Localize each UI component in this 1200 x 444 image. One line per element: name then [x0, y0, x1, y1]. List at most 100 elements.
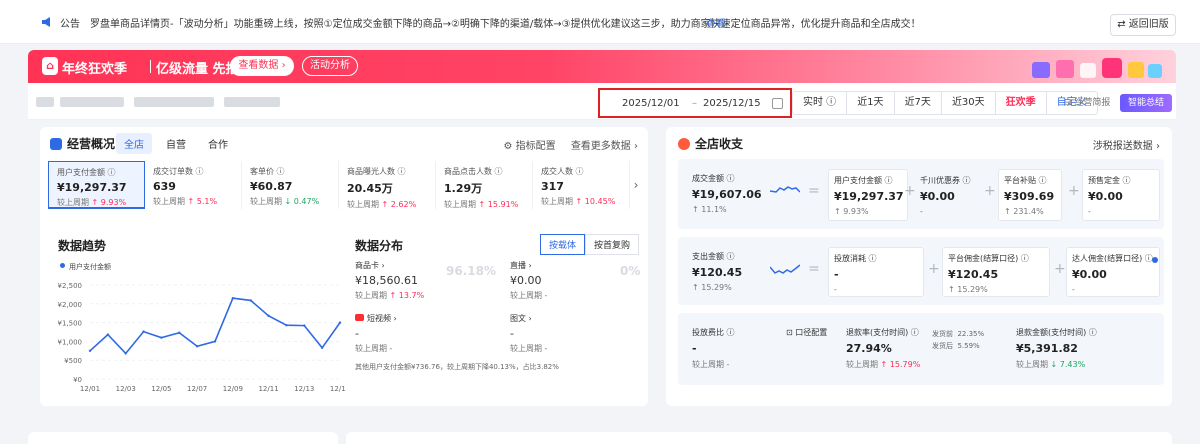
y-tick-label: ¥2,500 — [58, 282, 83, 290]
end-date[interactable]: 2025/12/15 — [703, 98, 761, 109]
refund-rate: 退款率(支付时间) ⓘ 27.94% 较上周期 ↑ 15.79% — [846, 328, 921, 369]
chart-legend: 用户支付金额 — [60, 262, 111, 272]
tab-last-1-day[interactable]: 近1天 — [847, 92, 895, 114]
notice-bar: 公告 罗盘单商品详情页-「波动分析」功能重磅上线，按照①定位成交金额下降的商品→… — [0, 0, 1200, 44]
video-play-icon — [355, 314, 364, 321]
series-line — [89, 297, 341, 355]
caliber-config-link[interactable]: ⊡ 口径配置 — [786, 327, 827, 338]
metric-config-link[interactable]: ⚙ 指标配置 — [503, 141, 555, 152]
time-range-tabs: 实时 ⓘ 近1天 近7天 近30天 狂欢季 自定义 — [792, 91, 1098, 115]
trend-title: 数据趋势 — [58, 239, 107, 253]
bottom-panel-left — [28, 432, 338, 444]
expense-total: 支出金额 ⓘ ¥120.45 ↑ 15.29% — [692, 252, 743, 292]
notice-view-link[interactable]: 查看 — [706, 15, 726, 30]
x-tick-label: 12/03 — [116, 385, 136, 393]
x-tick-label: 12/13 — [294, 385, 314, 393]
data-point — [195, 345, 199, 348]
refund-amount: 退款金额(支付时间) ⓘ ¥5,391.82 较上周期 ↓ 7.43% — [1016, 328, 1097, 369]
tab-realtime[interactable]: 实时 ⓘ — [793, 92, 848, 114]
x-tick-label: 12/15 — [330, 385, 346, 393]
expense-sparkline — [770, 264, 800, 274]
metric-product-exposure[interactable]: 商品曝光人数 ⓘ 20.45万 较上周期 ↑ 2.62% — [339, 161, 436, 209]
finance-title: 全店收支 — [678, 135, 743, 152]
finance-icon — [678, 138, 690, 150]
metric-buyers[interactable]: 成交人数 ⓘ 317 较上周期 ↑ 10.45% — [533, 161, 630, 209]
data-point — [124, 352, 127, 355]
banner-divider — [150, 60, 151, 73]
x-tick-label: 12/01 — [80, 385, 100, 393]
more-data-link[interactable]: 查看更多数据 › — [571, 141, 638, 152]
data-point — [267, 314, 270, 318]
live-share-pct: 0% — [620, 264, 641, 278]
chevron-right-icon[interactable]: › — [630, 161, 642, 209]
income-platform-subsidy: 平台补贴 ⓘ ¥309.69 ↑ 231.4% — [1004, 176, 1055, 216]
shop-name-redacted — [224, 97, 280, 107]
shop-name-redacted — [134, 97, 214, 107]
view-data-button[interactable]: 查看数据 › — [230, 56, 294, 76]
expense-platform-commission: 平台佣金(结算口径) ⓘ ¥120.45 ↑ 15.29% — [948, 254, 1029, 294]
overview-title: 经营概况 — [50, 135, 115, 152]
expense-talent-commission: 达人佣金(结算口径) ⓘ ¥0.00- — [1072, 254, 1153, 294]
extra-row: 投放费比 ⓘ - 较上周期 - ⊡ 口径配置 退款率(支付时间) ⓘ 27.94% 较… — [678, 313, 1164, 385]
tab-by-repurchase[interactable]: 按首复购 — [585, 234, 640, 255]
business-brief-link[interactable]: ⊟ 经营简报 — [1064, 95, 1110, 108]
tab-cooperation[interactable]: 合作 — [200, 133, 236, 154]
tab-all-store[interactable]: 全店 — [116, 133, 152, 154]
trend-line-chart: ¥0 ¥500 ¥1,000 ¥1,500 ¥2,000 ¥2,500 12/01 12/03… — [58, 282, 347, 393]
y-tick-label: ¥0 — [73, 376, 82, 384]
date-range-picker[interactable]: 2025/12/01 – 2025/12/15 — [598, 88, 792, 118]
distribution-tabs: 按载体 按首复购 — [540, 234, 640, 255]
equals-sign: = — [808, 261, 820, 277]
tab-by-carrier[interactable]: 按载体 — [540, 234, 586, 255]
smart-summary-button[interactable]: 智能总结 — [1120, 94, 1172, 112]
calendar-icon — [772, 98, 783, 109]
plus-sign: + — [1068, 183, 1080, 199]
distribution-title: 数据分布 — [355, 239, 404, 253]
dist-article-card[interactable]: 图文 › - 较上周期 - — [510, 313, 547, 354]
data-point — [213, 340, 217, 343]
business-overview-card: 经营概况 全店 自营 合作 ⚙ 指标配置 查看更多数据 › 用户支付金额 ⓘ ¥… — [40, 127, 648, 406]
x-tick-label: 12/09 — [223, 385, 243, 393]
banner-title: 年终狂欢季 — [62, 62, 128, 77]
tab-self-operated[interactable]: 自营 — [158, 133, 194, 154]
goods-share-pct: 96.18% — [446, 264, 496, 278]
start-date[interactable]: 2025/12/01 — [622, 98, 680, 109]
data-point — [160, 336, 163, 339]
plus-sign: + — [904, 183, 916, 199]
plus-sign: + — [928, 261, 940, 277]
refund-after-shipping: 发货后 5.59% — [932, 342, 980, 350]
y-tick-label: ¥500 — [64, 357, 82, 365]
y-tick-label: ¥1,000 — [58, 338, 83, 346]
dist-video-card[interactable]: 短视频 › - 较上周期 - — [355, 313, 397, 354]
notice-tag: 公告 — [60, 19, 80, 30]
tax-report-link[interactable]: 涉税报送数据 › — [1093, 137, 1160, 152]
tab-last-30-days[interactable]: 近30天 — [942, 92, 996, 114]
data-point — [285, 324, 288, 327]
dist-live-card[interactable]: 直播 › ¥0.00 较上周期 - — [510, 260, 547, 301]
data-point — [178, 331, 181, 334]
expense-row: 支出金额 ⓘ ¥120.45 ↑ 15.29% = 投放消耗 ⓘ - - + 平台佣金(… — [678, 237, 1164, 305]
expense-ad-spend: 投放消耗 ⓘ - - — [834, 254, 877, 294]
overview-actions: ⚙ 指标配置 查看更多数据 › — [491, 137, 638, 152]
activity-analysis-button[interactable]: 活动分析 — [302, 56, 358, 76]
dist-goods-card[interactable]: 商品卡 › ¥18,560.61 较上周期 ↑ 13.7% — [355, 260, 424, 301]
metric-product-clicks[interactable]: 商品点击人数 ⓘ 1.29万 较上周期 ↑ 15.91% — [436, 161, 533, 209]
data-point — [338, 321, 342, 324]
metric-order-count[interactable]: 成交订单数 ⓘ 639 较上周期 ↑ 5.1% — [145, 161, 242, 209]
return-old-version-button[interactable]: ⇄ 返回旧版 — [1110, 14, 1176, 36]
metric-cards: 用户支付金额 ⓘ ¥19,297.37 较上周期 ↑ 9.93% 成交订单数 ⓘ… — [48, 161, 646, 209]
legend-dot-icon — [60, 263, 65, 268]
equals-sign: = — [808, 183, 820, 199]
store-finance-card: 全店收支 涉税报送数据 › 成交金额 ⓘ ¥19,607.06 ↑ 11.1% = … — [666, 127, 1172, 406]
bottom-panel-right — [346, 432, 1172, 444]
data-point — [320, 346, 324, 349]
y-tick-label: ¥1,500 — [58, 320, 83, 328]
metric-user-pay-amount[interactable]: 用户支付金额 ⓘ ¥19,297.37 较上周期 ↑ 9.93% — [48, 161, 145, 209]
tab-last-7-days[interactable]: 近7天 — [895, 92, 942, 114]
metric-avg-order-value[interactable]: 客单价 ⓘ ¥60.87 较上周期 ↓ 0.47% — [242, 161, 339, 209]
data-point — [106, 333, 110, 336]
megaphone-icon — [42, 17, 50, 27]
tab-carnival[interactable]: 狂欢季 — [996, 92, 1047, 114]
income-row: 成交金额 ⓘ ¥19,607.06 ↑ 11.1% = 用户支付金额 ⓘ ¥19,29… — [678, 159, 1164, 229]
x-tick-label: 12/05 — [151, 385, 171, 393]
